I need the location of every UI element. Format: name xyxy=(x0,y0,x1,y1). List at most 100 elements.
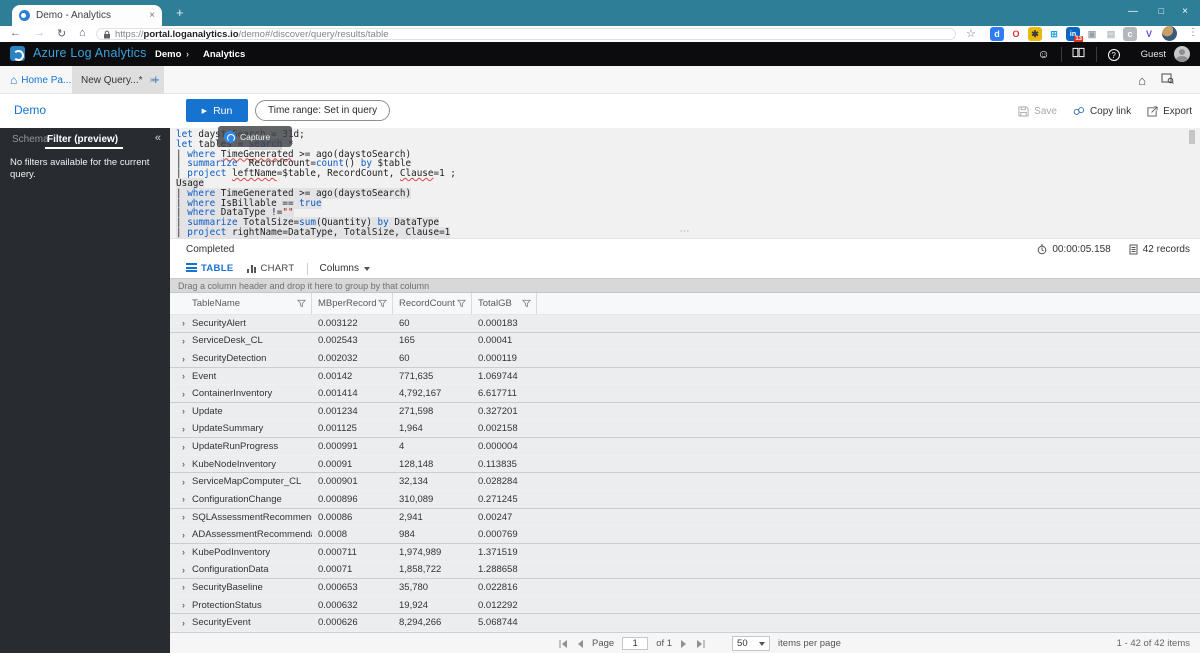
extension-acrobat-icon[interactable]: ▤ xyxy=(1104,27,1118,41)
extension-linkedin-icon[interactable]: in13 xyxy=(1066,27,1080,41)
window-minimize-button[interactable]: — xyxy=(1128,6,1138,17)
extension-opera-icon[interactable]: O xyxy=(1009,27,1023,41)
forward-icon[interactable]: → xyxy=(34,27,45,39)
table-row[interactable]: ›SecurityBaseline0.00065335,7800.022816 xyxy=(170,579,1200,597)
row-expander-icon[interactable]: › xyxy=(170,389,192,399)
extension-d-icon[interactable]: d xyxy=(990,27,1004,41)
back-icon[interactable]: ← xyxy=(10,27,21,39)
table-row[interactable]: ›KubeNodeInventory0.00091128,1480.113835 xyxy=(170,456,1200,474)
editor-scrollbar[interactable] xyxy=(1189,130,1195,144)
page-number-input[interactable] xyxy=(622,637,648,650)
row-expander-icon[interactable]: › xyxy=(170,336,192,346)
table-row[interactable]: ›SecurityEvent0.0006268,294,2665.068744 xyxy=(170,614,1200,632)
feedback-smiley-icon[interactable]: ☺ xyxy=(1027,47,1061,61)
next-page-icon[interactable] xyxy=(680,639,688,649)
view-tab-table[interactable]: TABLE xyxy=(186,263,233,274)
row-expander-icon[interactable]: › xyxy=(170,582,192,592)
sidebar-tab-schema[interactable]: Schema xyxy=(12,134,49,145)
tab-home-page[interactable]: ⌂ Home Pa... xyxy=(10,66,71,94)
filter-funnel-icon[interactable] xyxy=(378,299,387,308)
reload-icon[interactable]: ↻ xyxy=(57,27,66,40)
row-expander-icon[interactable]: › xyxy=(170,618,192,628)
row-expander-icon[interactable]: › xyxy=(170,459,192,469)
row-expander-icon[interactable]: › xyxy=(170,477,192,487)
user-avatar[interactable] xyxy=(1174,46,1190,62)
new-tab-button[interactable]: + xyxy=(176,5,184,20)
copy-link-button[interactable]: Copy link xyxy=(1073,106,1131,117)
row-expander-icon[interactable]: › xyxy=(170,406,192,416)
browser-home-icon[interactable]: ⌂ xyxy=(79,27,86,39)
table-row[interactable]: ›SecurityDetection0.002032600.000119 xyxy=(170,350,1200,368)
last-page-icon[interactable] xyxy=(696,639,706,649)
first-page-icon[interactable] xyxy=(558,639,568,649)
tab-new-query[interactable]: New Query...* × xyxy=(72,66,164,94)
table-row[interactable]: ›SQLAssessmentRecommendation0.000862,941… xyxy=(170,509,1200,527)
row-expander-icon[interactable]: › xyxy=(170,354,192,364)
filter-funnel-icon[interactable] xyxy=(297,299,306,308)
columns-menu-button[interactable]: Columns xyxy=(320,263,370,274)
browser-menu-icon[interactable]: ⋮ xyxy=(1188,27,1198,38)
table-row[interactable]: ›UpdateRunProgress0.00099140.000004 xyxy=(170,438,1200,456)
breadcrumb-analytics[interactable]: Analytics xyxy=(203,49,245,60)
open-window-search-icon[interactable] xyxy=(1161,71,1174,89)
table-row[interactable]: ›Update0.001234271,5980.327201 xyxy=(170,403,1200,421)
row-expander-icon[interactable]: › xyxy=(170,547,192,557)
table-row[interactable]: ›SecurityAlert0.003122600.000183 xyxy=(170,315,1200,333)
workspace-name[interactable]: Demo xyxy=(14,103,46,117)
table-row[interactable]: ›ServiceDesk_CL0.0025431650.00041 xyxy=(170,333,1200,351)
sidebar-collapse-icon[interactable]: « xyxy=(155,132,161,144)
row-expander-icon[interactable]: › xyxy=(170,442,192,452)
table-row[interactable]: ›Event0.00142771,6351.069744 xyxy=(170,368,1200,386)
save-button[interactable]: Save xyxy=(1018,106,1057,117)
browser-profile-avatar[interactable] xyxy=(1162,26,1177,41)
extension-photos-icon[interactable]: ▣ xyxy=(1085,27,1099,41)
view-tab-chart[interactable]: CHART xyxy=(247,263,294,274)
extension-v-icon[interactable]: V xyxy=(1142,27,1156,41)
row-expander-icon[interactable]: › xyxy=(170,318,192,328)
run-button[interactable]: ▶ Run xyxy=(186,99,248,122)
editor-resize-gripper[interactable]: ⋯ xyxy=(668,226,702,237)
group-by-dropzone[interactable]: Drag a column header and drop it here to… xyxy=(170,278,1200,293)
portal-home-icon[interactable]: ⌂ xyxy=(1138,73,1146,88)
window-maximize-button[interactable]: □ xyxy=(1159,6,1164,16)
table-row[interactable]: ›ADAssessmentRecommendation0.00089840.00… xyxy=(170,526,1200,544)
row-expander-icon[interactable]: › xyxy=(170,371,192,381)
add-query-tab-button[interactable]: + xyxy=(152,72,160,87)
column-header-tablename[interactable]: TableName xyxy=(170,293,312,314)
table-row[interactable]: ›ServiceMapComputer_CL0.00090132,1340.02… xyxy=(170,473,1200,491)
column-header-totalgb[interactable]: TotalGB xyxy=(472,293,537,314)
column-header-recordcount[interactable]: RecordCount xyxy=(393,293,472,314)
sidebar-tab-filter[interactable]: Filter (preview) xyxy=(47,134,118,145)
table-row[interactable]: ›KubePodInventory0.0007111,974,9891.3715… xyxy=(170,544,1200,562)
window-close-button[interactable]: × xyxy=(1182,6,1188,17)
table-row[interactable]: ›ConfigurationData0.000711,858,7221.2886… xyxy=(170,562,1200,580)
table-row[interactable]: ›ContainerInventory0.0014144,792,1676.61… xyxy=(170,385,1200,403)
query-editor[interactable]: let daystoSearch = 31d;let tables = sear… xyxy=(170,128,1200,238)
bookmark-star-icon[interactable]: ☆ xyxy=(966,27,976,40)
tab-close-icon[interactable]: × xyxy=(149,10,155,21)
extension-bee-icon[interactable]: ✱ xyxy=(1028,27,1042,41)
row-expander-icon[interactable]: › xyxy=(170,494,192,504)
table-row[interactable]: ›UpdateSummary0.0011251,9640.002158 xyxy=(170,421,1200,439)
filter-funnel-icon[interactable] xyxy=(522,299,531,308)
row-expander-icon[interactable]: › xyxy=(170,565,192,575)
column-header-mbperrecord[interactable]: MBperRecord xyxy=(312,293,393,314)
row-expander-icon[interactable]: › xyxy=(170,424,192,434)
extension-windows-icon[interactable]: ⊞ xyxy=(1047,27,1061,41)
capture-overlay[interactable]: Capture xyxy=(218,126,292,147)
row-expander-icon[interactable]: › xyxy=(170,600,192,610)
previous-page-icon[interactable] xyxy=(576,639,584,649)
table-row[interactable]: ›ConfigurationChange0.000896310,0890.271… xyxy=(170,491,1200,509)
time-range-picker[interactable]: Time range: Set in query xyxy=(255,100,390,121)
filter-funnel-icon[interactable] xyxy=(457,299,466,308)
browser-tab[interactable]: Demo - Analytics × xyxy=(12,5,162,26)
url-bar[interactable]: https://portal.loganalytics.io/demo#/dis… xyxy=(96,28,956,40)
breadcrumb-demo[interactable]: Demo xyxy=(155,49,181,60)
docs-book-icon[interactable] xyxy=(1062,47,1096,61)
help-icon[interactable]: ? xyxy=(1097,47,1131,62)
export-button[interactable]: Export xyxy=(1147,106,1192,117)
row-expander-icon[interactable]: › xyxy=(170,530,192,540)
row-expander-icon[interactable]: › xyxy=(170,512,192,522)
table-row[interactable]: ›ProtectionStatus0.00063219,9240.012292 xyxy=(170,597,1200,615)
extension-c-icon[interactable]: c xyxy=(1123,27,1137,41)
